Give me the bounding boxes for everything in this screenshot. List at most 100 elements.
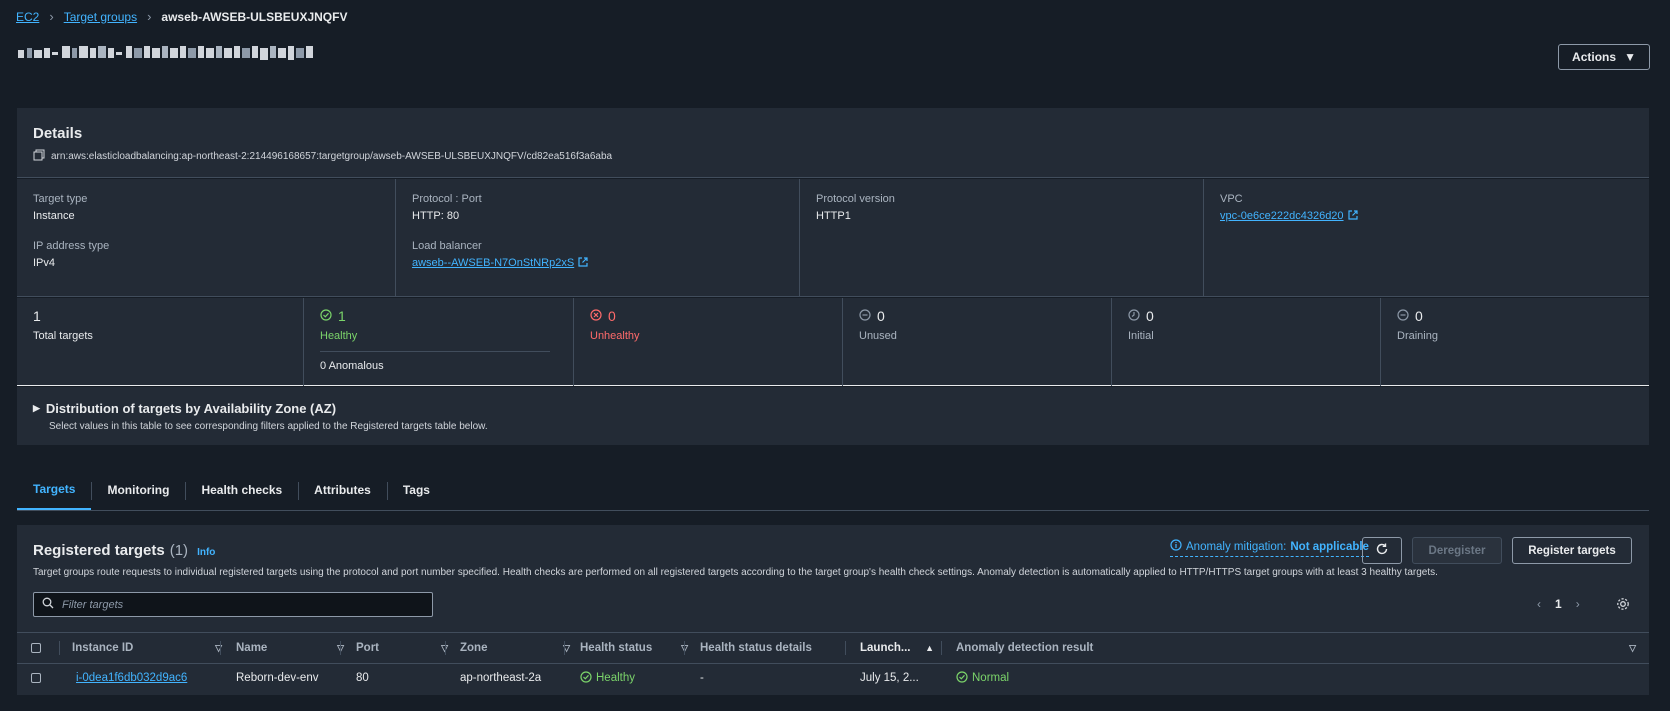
load-balancer-link[interactable]: awseb--AWSEB-N7OnStNRp2xS: [412, 257, 574, 269]
prev-page-icon[interactable]: ‹: [1537, 597, 1541, 611]
protocol-version-label: Protocol version: [816, 193, 895, 205]
pagination: ‹ 1 ›: [1537, 597, 1580, 611]
divider: [564, 641, 565, 655]
divider: [684, 641, 685, 655]
details-col-1: Target type Instance IP address type IPv…: [17, 179, 395, 297]
row-checkbox[interactable]: [31, 663, 41, 693]
distribution-subtitle: Select values in this table to see corre…: [49, 421, 488, 432]
target-type-label: Target type: [33, 193, 88, 205]
registered-title: Registered targets: [33, 542, 165, 559]
row-name: Reborn-dev-env: [236, 672, 319, 684]
arn-value: arn:aws:elasticloadbalancing:ap-northeas…: [51, 151, 613, 162]
minus-circle-icon: [1397, 308, 1409, 324]
protocol-port-value: HTTP: 80: [412, 210, 460, 222]
instance-id-link[interactable]: i-0dea1f6db032d9ac6: [76, 672, 187, 684]
breadcrumb-target-groups-link[interactable]: Target groups: [64, 10, 137, 24]
check-circle-icon: [956, 670, 968, 686]
unhealthy-count: 0: [608, 308, 616, 324]
chevron-right-icon: ›: [147, 9, 152, 24]
vpc-link[interactable]: vpc-0e6ce222dc4326d20: [1220, 210, 1344, 222]
distribution-section: ▶ Distribution of targets by Availabilit…: [17, 387, 1649, 445]
breadcrumb-ec2-link[interactable]: EC2: [16, 10, 39, 24]
details-title: Details: [33, 125, 83, 142]
copy-icon[interactable]: [33, 149, 45, 164]
caret-right-icon: ▶: [33, 403, 40, 413]
external-link-icon: [1347, 210, 1358, 220]
page-title-redacted: [18, 44, 338, 64]
draining-targets[interactable]: 0 Draining: [1380, 298, 1649, 386]
load-balancer-label: Load balancer: [412, 240, 482, 252]
filter-targets-input[interactable]: [60, 597, 414, 612]
divider: [59, 641, 60, 655]
healthy-targets[interactable]: 1 Healthy 0 Anomalous: [303, 298, 573, 386]
minus-circle-icon: [859, 308, 871, 324]
search-icon: [42, 597, 54, 612]
tab-targets[interactable]: Targets: [17, 470, 92, 510]
row-anomaly: Normal: [956, 663, 1009, 693]
breadcrumb: EC2 › Target groups › awseb-AWSEB-ULSBEU…: [16, 9, 347, 24]
initial-label: Initial: [1128, 330, 1154, 342]
tab-health-checks[interactable]: Health checks: [185, 470, 298, 510]
deregister-button[interactable]: Deregister: [1412, 537, 1502, 564]
col-zone[interactable]: Zone ▽: [460, 633, 580, 663]
unused-count: 0: [877, 308, 885, 324]
draining-count: 0: [1415, 308, 1423, 324]
caret-down-icon: ▼: [1624, 50, 1636, 64]
col-health-details[interactable]: Health status details: [700, 633, 850, 663]
col-instance-id[interactable]: Instance ID ▽: [72, 633, 232, 663]
filter-box: [33, 592, 433, 617]
initial-targets[interactable]: 0 Initial: [1111, 298, 1380, 386]
mitigation-value: Not applicable: [1290, 540, 1369, 553]
actions-button[interactable]: Actions ▼: [1558, 44, 1650, 70]
tab-monitoring[interactable]: Monitoring: [91, 470, 185, 510]
divider: [941, 641, 942, 655]
protocol-version-value: HTTP1: [816, 210, 851, 222]
row-health-status: Healthy: [580, 663, 635, 693]
anomaly-mitigation-link[interactable]: Anomaly mitigation: Not applicable: [1170, 539, 1369, 557]
refresh-icon: [1375, 542, 1389, 559]
row-port: 80: [356, 672, 369, 684]
x-circle-icon: [590, 308, 602, 324]
select-all-checkbox[interactable]: [31, 633, 51, 663]
tab-attributes[interactable]: Attributes: [298, 470, 387, 510]
col-launch[interactable]: Launch... ▲: [860, 633, 940, 663]
ip-type-label: IP address type: [33, 240, 110, 252]
settings-gear-icon[interactable]: [1615, 596, 1631, 615]
unused-label: Unused: [859, 330, 897, 342]
clock-icon: [1128, 308, 1140, 324]
target-type-value: Instance: [33, 210, 75, 222]
unhealthy-label: Unhealthy: [590, 330, 640, 342]
details-col-4: VPC vpc-0e6ce222dc4326d20: [1203, 179, 1649, 297]
col-anomaly[interactable]: Anomaly detection result ▽: [956, 633, 1646, 663]
unhealthy-targets[interactable]: 0 Unhealthy: [573, 298, 842, 386]
row-health-details: -: [700, 672, 704, 684]
details-panel-header: Details arn:aws:elasticloadbalancing:ap-…: [17, 108, 1649, 178]
refresh-button[interactable]: [1362, 537, 1402, 564]
total-label: Total targets: [33, 330, 93, 342]
info-circle-icon: [1170, 539, 1182, 554]
vpc-label: VPC: [1220, 193, 1243, 205]
table-row: i-0dea1f6db032d9ac6 Reborn-dev-env 80 ap…: [17, 663, 1649, 693]
unused-targets[interactable]: 0 Unused: [842, 298, 1111, 386]
healthy-count: 1: [338, 308, 346, 324]
col-health-status[interactable]: Health status▽: [580, 633, 698, 663]
divider: [320, 351, 550, 352]
row-zone: ap-northeast-2a: [460, 672, 542, 684]
info-link[interactable]: Info: [197, 547, 215, 558]
table-header: Instance ID▽ Name▽ Port▽ Zone▽ Health st…: [17, 632, 1649, 664]
chevron-right-icon: ›: [49, 9, 54, 24]
divider: [445, 641, 446, 655]
healthy-label: Healthy: [320, 330, 358, 342]
distribution-toggle[interactable]: ▶ Distribution of targets by Availabilit…: [33, 401, 336, 416]
col-port[interactable]: Port▽: [356, 633, 458, 663]
tab-bar: Targets Monitoring Health checks Attribu…: [17, 470, 1649, 511]
total-targets: 1 Total targets: [17, 298, 303, 386]
divider: [845, 641, 846, 655]
next-page-icon[interactable]: ›: [1576, 597, 1580, 611]
current-page[interactable]: 1: [1555, 597, 1562, 611]
anomalous-count: 0 Anomalous: [320, 360, 384, 372]
register-targets-button[interactable]: Register targets: [1512, 537, 1632, 564]
breadcrumb-current: awseb-AWSEB-ULSBEUXJNQFV: [161, 9, 348, 24]
col-name[interactable]: Name▽: [236, 633, 354, 663]
tab-tags[interactable]: Tags: [386, 470, 446, 510]
